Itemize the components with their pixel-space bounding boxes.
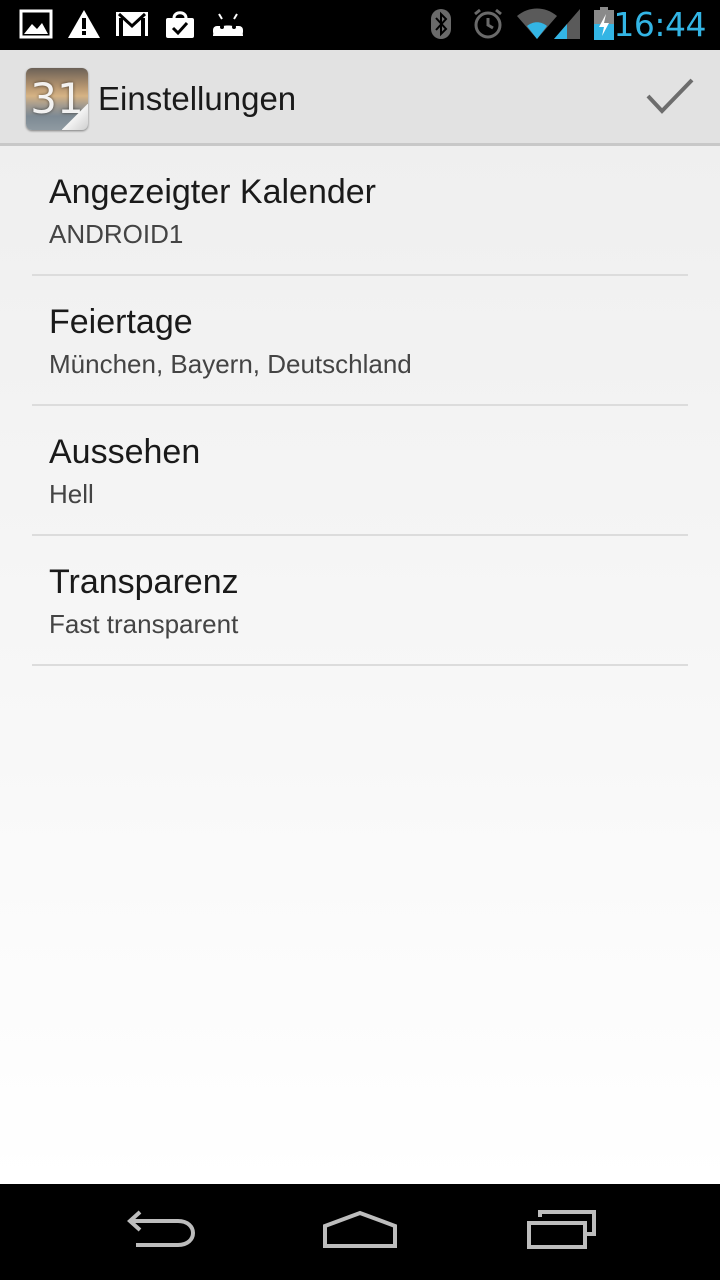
home-button[interactable] <box>310 1202 410 1262</box>
pref-title: Aussehen <box>49 433 201 471</box>
signal-icon <box>552 8 582 40</box>
pref-summary: Hell <box>49 479 94 509</box>
shopping-bag-icon <box>162 8 198 40</box>
pref-title: Feiertage <box>49 303 193 341</box>
gmail-icon <box>114 8 150 40</box>
battery-charging-icon <box>592 7 616 40</box>
recent-apps-button[interactable] <box>512 1202 612 1262</box>
back-icon <box>124 1209 196 1256</box>
status-bar-clock: 16:44 <box>613 5 706 44</box>
preferences-list: Angezeigter Kalender ANDROID1 Feiertage … <box>0 146 720 1184</box>
pref-title: Angezeigter Kalender <box>49 173 377 211</box>
alarm-icon <box>470 8 506 40</box>
recent-apps-icon <box>526 1209 598 1256</box>
pref-summary: München, Bayern, Deutschland <box>49 349 412 379</box>
screen: 16:44 31 Einstellungen Angezeigter Kalen… <box>0 0 720 1280</box>
pref-title: Transparenz <box>49 563 239 601</box>
action-bar: 31 Einstellungen <box>0 50 720 146</box>
page-title: Einstellungen <box>98 80 297 117</box>
warning-icon <box>66 8 102 40</box>
pref-summary: ANDROID1 <box>49 219 184 249</box>
pref-summary: Fast transparent <box>49 609 239 639</box>
calendar-app-icon[interactable]: 31 <box>26 68 88 130</box>
navigation-bar <box>0 1184 720 1280</box>
status-bar: 16:44 <box>0 0 720 50</box>
home-icon <box>322 1209 398 1256</box>
page-curl <box>62 104 88 130</box>
back-button[interactable] <box>110 1202 210 1262</box>
android-icon <box>208 8 248 40</box>
checkmark-icon <box>645 76 695 121</box>
pref-item-feiertage[interactable]: Feiertage München, Bayern, Deutschland <box>32 276 688 406</box>
pref-item-aussehen[interactable]: Aussehen Hell <box>32 406 688 536</box>
pref-item-angezeigter-kalender[interactable]: Angezeigter Kalender ANDROID1 <box>32 146 688 276</box>
done-button[interactable] <box>638 68 702 128</box>
pref-item-transparenz[interactable]: Transparenz Fast transparent <box>32 536 688 666</box>
image-icon <box>18 8 54 40</box>
bluetooth-icon <box>428 8 454 40</box>
